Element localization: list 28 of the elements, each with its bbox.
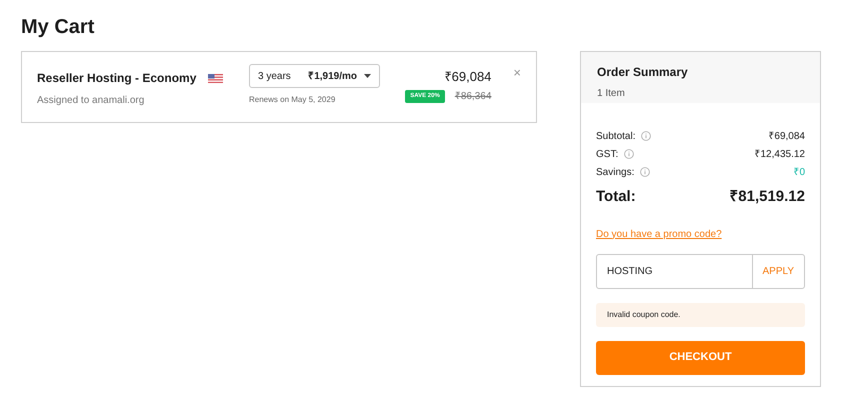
item-count: 1 Item xyxy=(597,87,626,101)
promo-code-input[interactable]: HOSTING APPLY xyxy=(596,254,805,288)
assigned-domain: Assigned to anamali.org xyxy=(37,94,146,108)
original-price: ₹86,364 xyxy=(454,90,492,104)
remove-button[interactable]: × xyxy=(513,66,521,79)
summary-value: ₹69,084 xyxy=(768,130,805,144)
info-icon xyxy=(640,167,650,177)
summary-value: ₹12,435.12 xyxy=(754,148,805,162)
error-message: Invalid coupon code. xyxy=(596,302,805,326)
item-price: ₹69,084 xyxy=(444,68,492,86)
summary-label: Savings: xyxy=(596,166,634,180)
summary-title: Order Summary xyxy=(597,64,689,81)
page-title: My Cart xyxy=(21,15,94,40)
term-dropdown[interactable]: 3 years ₹1,919/mo xyxy=(249,64,380,88)
summary-label: GST: xyxy=(596,148,618,162)
product-name: Reseller Hosting - Economy xyxy=(37,70,196,87)
apply-button[interactable]: APPLY xyxy=(752,254,804,288)
flag-icon xyxy=(208,74,224,82)
info-icon xyxy=(624,149,634,159)
summary-label: Subtotal: xyxy=(596,130,636,144)
renewal-date: Renews on May 5, 2029 xyxy=(249,94,336,106)
info-icon xyxy=(641,131,652,141)
caret-icon xyxy=(364,74,371,78)
total-label: Total: xyxy=(596,187,636,207)
checkout-button[interactable]: CHECKOUT xyxy=(596,340,805,374)
promo-code-link[interactable]: Do you have a promo code? xyxy=(596,226,805,242)
summary-value: ₹0 xyxy=(793,166,805,180)
total-value: ₹81,519.12 xyxy=(729,187,805,207)
